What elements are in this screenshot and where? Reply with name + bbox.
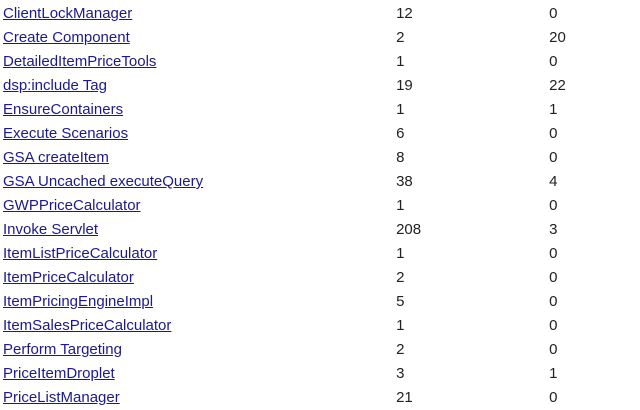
count-cell: 1 [396,53,405,70]
operation-link[interactable]: DetailedItemPriceTools [3,53,156,70]
second-value-cell: 0 [549,317,558,334]
second-value-cell: 0 [549,389,558,406]
operation-name-cell: GWPPriceCalculator [0,194,393,218]
count-cell: 1 [396,197,405,214]
table-row: Perform Targeting 2 0 [0,338,640,362]
operation-name-cell: PriceListManager [0,386,393,410]
operation-name-cell: Invoke Servlet [0,218,393,242]
count-cell: 19 [396,77,413,94]
operation-link[interactable]: dsp:include Tag [3,77,107,94]
operation-name-cell: GSA createItem [0,146,393,170]
operation-name-cell: Create Component [0,26,393,50]
second-value-cell: 20 [549,29,566,46]
table-row: Execute Scenarios 6 0 [0,122,640,146]
operation-link[interactable]: GSA Uncached executeQuery [3,173,203,190]
second-value-cell: 22 [549,77,566,94]
table-row: DetailedItemPriceTools 1 0 [0,50,640,74]
table-row: GSA createItem 8 0 [0,146,640,170]
count-cell: 2 [396,269,405,286]
table-row: Create Component 2 20 [0,26,640,50]
second-value-cell: 0 [549,293,558,310]
count-cell: 3 [396,365,405,382]
count-cell: 208 [396,221,422,238]
second-value-cell: 0 [549,269,558,286]
operation-link[interactable]: Perform Targeting [3,341,122,358]
operation-name-cell: ItemPricingEngineImpl [0,290,393,314]
second-value-cell: 4 [549,173,558,190]
second-value-cell: 1 [549,365,558,382]
table-row: GWPPriceCalculator 1 0 [0,194,640,218]
operation-link[interactable]: GSA createItem [3,149,109,166]
count-cell: 8 [396,149,405,166]
operation-name-cell: ItemListPriceCalculator [0,242,393,266]
count-cell: 5 [396,293,405,310]
table-row: ItemListPriceCalculator 1 0 [0,242,640,266]
table-row: EnsureContainers 1 1 [0,98,640,122]
table-row: GSA Uncached executeQuery 38 4 [0,170,640,194]
table-row: PriceItemDroplet 3 1 [0,362,640,386]
second-value-cell: 0 [549,53,558,70]
second-value-cell: 0 [549,197,558,214]
count-cell: 1 [396,101,405,118]
second-value-cell: 0 [549,149,558,166]
operation-link[interactable]: PriceListManager [3,389,120,406]
operation-name-cell: ItemSalesPriceCalculator [0,314,393,338]
table-row: ClientLockManager 12 0 [0,2,640,26]
count-cell: 38 [396,173,413,190]
performance-table: ClientLockManager 12 0 Create Component 2 20 D… [0,2,640,410]
table-row: ItemPricingEngineImpl 5 0 [0,290,640,314]
second-value-cell: 1 [549,101,558,118]
operation-name-cell: EnsureContainers [0,98,393,122]
operation-name-cell: dsp:include Tag [0,74,393,98]
table-row: dsp:include Tag 19 22 [0,74,640,98]
operation-name-cell: DetailedItemPriceTools [0,50,393,74]
second-value-cell: 0 [549,125,558,142]
performance-table-body: ClientLockManager 12 0 Create Component 2 20 D… [0,2,640,410]
count-cell: 2 [396,341,405,358]
table-row: PriceListManager 21 0 [0,386,640,410]
second-value-cell: 0 [549,341,558,358]
operation-link[interactable]: ClientLockManager [3,5,132,22]
operation-link[interactable]: Create Component [3,29,130,46]
second-value-cell: 0 [549,245,558,262]
operation-name-cell: PriceItemDroplet [0,362,393,386]
second-value-cell: 3 [549,221,558,238]
table-row: ItemSalesPriceCalculator 1 0 [0,314,640,338]
operation-link[interactable]: PriceItemDroplet [3,365,115,382]
second-value-cell: 0 [549,5,558,22]
operation-name-cell: ItemPriceCalculator [0,266,393,290]
operation-name-cell: GSA Uncached executeQuery [0,170,393,194]
operation-name-cell: Execute Scenarios [0,122,393,146]
operation-link[interactable]: Invoke Servlet [3,221,98,238]
operation-link[interactable]: ItemPriceCalculator [3,269,134,286]
operation-link[interactable]: EnsureContainers [3,101,123,118]
count-cell: 21 [396,389,413,406]
count-cell: 12 [396,5,413,22]
operation-link[interactable]: ItemListPriceCalculator [3,245,157,262]
count-cell: 6 [396,125,405,142]
operation-link[interactable]: GWPPriceCalculator [3,197,141,214]
count-cell: 1 [396,245,405,262]
table-row: Invoke Servlet 208 3 [0,218,640,242]
count-cell: 2 [396,29,405,46]
operation-link[interactable]: ItemSalesPriceCalculator [3,317,171,334]
operation-name-cell: Perform Targeting [0,338,393,362]
operation-link[interactable]: Execute Scenarios [3,125,128,142]
table-row: ItemPriceCalculator 2 0 [0,266,640,290]
operation-link[interactable]: ItemPricingEngineImpl [3,293,153,310]
count-cell: 1 [396,317,405,334]
operation-name-cell: ClientLockManager [0,2,393,26]
